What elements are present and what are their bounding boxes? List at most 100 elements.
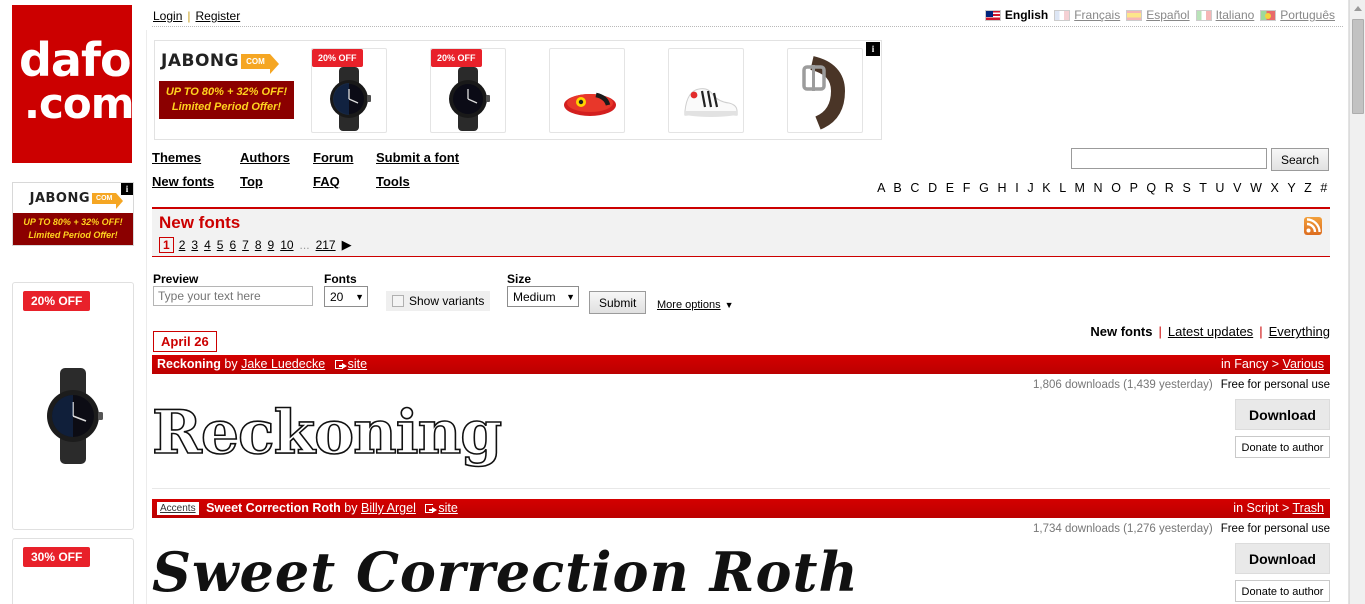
preview-input[interactable] (153, 286, 313, 306)
site-label[interactable]: site (438, 501, 457, 515)
size-select[interactable]: Medium ▼ (507, 286, 579, 307)
page-link[interactable]: 10 (280, 238, 293, 252)
fonts-per-page-select[interactable]: 20 ▼ (324, 286, 368, 307)
preview-label: Preview (153, 272, 199, 286)
page-link[interactable]: 2 (179, 238, 186, 252)
ad-product-2[interactable]: 20% OFF (430, 48, 506, 133)
account-links: Login | Register (153, 9, 240, 23)
top-ad-banner[interactable]: JABONG COM UP TO 80% + 32% OFF! Limited … (154, 40, 882, 140)
vertical-scrollbar[interactable] (1349, 0, 1365, 604)
page-link[interactable]: 5 (217, 238, 224, 252)
language-item-english[interactable]: English (984, 8, 1048, 22)
ad-product-5[interactable] (787, 48, 863, 133)
donate-button[interactable]: Donate to author (1235, 436, 1330, 458)
donate-button[interactable]: Donate to author (1235, 580, 1330, 602)
nav-item-faq[interactable]: FAQ (313, 174, 376, 189)
main-nav: Themes Authors Forum Submit a font New font… (152, 150, 459, 198)
ad-info-icon[interactable]: i (866, 42, 880, 56)
license-label: Free for personal use (1220, 523, 1330, 535)
language-item-espanol[interactable]: Español (1126, 8, 1190, 22)
search-button[interactable]: Search (1270, 148, 1329, 171)
flag-pt-icon (1260, 9, 1277, 21)
external-site-link[interactable]: site (334, 357, 367, 371)
page-link[interactable]: 8 (255, 238, 262, 252)
license-label: Free for personal use (1220, 379, 1330, 391)
font-header-bar: Accents Sweet Correction Roth by Billy A… (152, 499, 1330, 518)
next-page-icon[interactable]: ▶ (342, 237, 352, 253)
sort-latest-updates[interactable]: Latest updates (1168, 324, 1253, 339)
register-link[interactable]: Register (196, 9, 241, 23)
rss-icon[interactable] (1304, 217, 1322, 235)
scrollbar-thumb[interactable] (1352, 19, 1364, 114)
ad-offer-text: UP TO 80% + 32% OFF! Limited Period Offe… (159, 81, 294, 119)
page-link[interactable]: 3 (191, 238, 198, 252)
font-preview-image[interactable]: Sweet Correction Roth (152, 540, 859, 604)
font-title-block: Accents Sweet Correction Roth by Billy A… (157, 501, 458, 515)
nav-item-top[interactable]: Top (240, 174, 313, 189)
site-label[interactable]: site (348, 357, 367, 371)
size-group: Size Medium ▼ (507, 272, 579, 307)
nav-item-authors[interactable]: Authors (240, 150, 313, 165)
nav-item-forum[interactable]: Forum (313, 150, 376, 165)
sandal-product-image (564, 92, 616, 116)
download-button[interactable]: Download (1235, 543, 1330, 574)
page-link[interactable]: 6 (229, 238, 236, 252)
font-subcategory-link[interactable]: Trash (1293, 501, 1325, 515)
preview-toolbar: Preview Fonts 20 ▼ Show variants Size Me… (152, 272, 1330, 317)
submit-button[interactable]: Submit (589, 291, 647, 314)
sort-everything[interactable]: Everything (1269, 324, 1330, 339)
nav-item-new-fonts[interactable]: New fonts (152, 174, 240, 189)
ad-product-4[interactable] (668, 48, 744, 133)
show-variants-checkbox[interactable] (392, 295, 404, 307)
language-label[interactable]: Français (1074, 8, 1120, 22)
font-author-link[interactable]: Jake Luedecke (241, 357, 325, 371)
sidebar-product-card-2[interactable]: 30% OFF (12, 538, 134, 604)
jabong-com-tag: COM (241, 53, 279, 74)
language-label[interactable]: Español (1146, 8, 1189, 22)
search-input[interactable] (1070, 148, 1267, 169)
download-button[interactable]: Download (1235, 399, 1330, 430)
link-separator: | (187, 9, 191, 23)
sidebar-product-card-1[interactable]: 20% OFF (12, 282, 134, 530)
page-current[interactable]: 1 (159, 237, 174, 253)
accents-badge[interactable]: Accents (157, 502, 199, 515)
pagination: 1 2 3 4 5 6 7 8 9 10... 217 ▶ (159, 237, 358, 253)
language-item-italiano[interactable]: Italiano (1195, 8, 1255, 22)
nav-row-1: Themes Authors Forum Submit a font (152, 150, 459, 174)
scroll-up-arrow-icon[interactable] (1350, 0, 1365, 17)
language-label[interactable]: Italiano (1216, 8, 1255, 22)
sidebar-ad-offer: UP TO 80% + 32% OFF! Limited Period Offe… (13, 213, 133, 245)
show-variants-group[interactable]: Show variants (386, 291, 491, 311)
nav-item-themes[interactable]: Themes (152, 150, 240, 165)
font-title-block: Reckoning by Jake Luedecke site (157, 357, 367, 371)
column-divider (146, 30, 147, 604)
font-subcategory-link[interactable]: Various (1283, 357, 1324, 371)
flag-fr-icon (1054, 9, 1071, 21)
sidebar-ad-banner[interactable]: JABONG COM UP TO 80% + 32% OFF! Limited … (12, 182, 134, 246)
more-options-group[interactable]: More options ▼ (657, 297, 734, 311)
by-label: by (344, 501, 358, 515)
flag-es-icon (1126, 9, 1143, 21)
language-item-portugues[interactable]: Português (1260, 8, 1335, 22)
ad-product-1[interactable]: 20% OFF (311, 48, 387, 133)
discount-badge: 20% OFF (23, 291, 91, 311)
more-options-link[interactable]: More options (657, 299, 721, 311)
language-label[interactable]: Português (1280, 8, 1335, 22)
ad-info-icon[interactable]: i (121, 183, 133, 195)
language-item-francais[interactable]: Français (1054, 8, 1120, 22)
page-link-last[interactable]: 217 (316, 238, 336, 252)
external-site-link[interactable]: site (425, 501, 458, 515)
font-author-link[interactable]: Billy Argel (361, 501, 416, 515)
nav-item-submit-a-font[interactable]: Submit a font (376, 150, 459, 165)
page-link[interactable]: 4 (204, 238, 211, 252)
font-preview-image[interactable]: Reckoning (151, 397, 503, 469)
ad-product-3[interactable] (549, 48, 625, 133)
login-link[interactable]: Login (153, 9, 182, 23)
nav-item-tools[interactable]: Tools (376, 174, 410, 189)
nav-row-2: New fonts Top FAQ Tools (152, 174, 459, 198)
language-selector: English Français Español Italiano Portug… (984, 8, 1335, 22)
site-logo[interactable]: dafont .com (12, 5, 132, 163)
page-link[interactable]: 7 (242, 238, 249, 252)
alphabet-index[interactable]: A B C D E F G H I J K L M N O P Q R S T … (877, 181, 1330, 195)
page-link[interactable]: 9 (268, 238, 275, 252)
